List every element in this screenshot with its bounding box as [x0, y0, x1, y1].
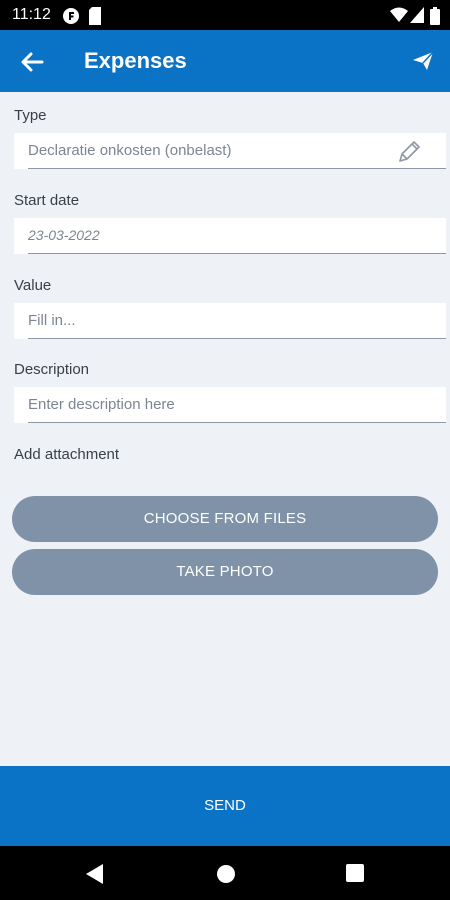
type-underline: [28, 168, 446, 169]
description-underline: [28, 422, 446, 423]
type-field[interactable]: Declaratie onkosten (onbelast): [14, 133, 446, 169]
recents-nav-icon[interactable]: [346, 864, 364, 882]
page-title: Expenses: [84, 48, 187, 73]
system-nav-bar: [0, 846, 450, 900]
wifi-icon: [390, 7, 408, 22]
back-nav-icon[interactable]: [86, 864, 104, 884]
start-date-label: Start date: [14, 192, 80, 209]
take-photo-button[interactable]: TAKE PHOTO: [12, 549, 438, 595]
value-underline: [28, 338, 446, 339]
description-label: Description: [14, 361, 90, 378]
value-placeholder: Fill in...: [28, 312, 76, 329]
arrow-left-icon[interactable]: [18, 48, 46, 76]
attachment-label: Add attachment: [14, 446, 120, 463]
choose-from-files-button[interactable]: CHOOSE FROM FILES: [12, 496, 438, 542]
value-label: Value: [14, 277, 52, 294]
battery-icon: [430, 7, 440, 25]
start-date-underline: [28, 253, 446, 254]
description-placeholder: Enter description here: [28, 396, 175, 413]
start-date-field[interactable]: 23-03-2022: [14, 218, 446, 254]
type-label: Type: [14, 107, 47, 124]
status-time: 11:12: [12, 6, 51, 23]
notification-icon: [63, 8, 79, 24]
pencil-icon[interactable]: [396, 139, 422, 165]
paper-plane-icon[interactable]: [412, 50, 434, 72]
value-field[interactable]: Fill in...: [14, 303, 446, 339]
send-button[interactable]: SEND: [0, 766, 450, 846]
description-field[interactable]: Enter description here: [14, 387, 446, 423]
type-value: Declaratie onkosten (onbelast): [28, 142, 232, 159]
app-bar: Expenses: [0, 30, 450, 92]
signal-icon: [410, 7, 424, 23]
status-bar: 11:12: [0, 0, 450, 30]
home-nav-icon[interactable]: [216, 864, 236, 884]
start-date-value: 23-03-2022: [28, 227, 100, 243]
sim-card-icon: [89, 7, 101, 25]
